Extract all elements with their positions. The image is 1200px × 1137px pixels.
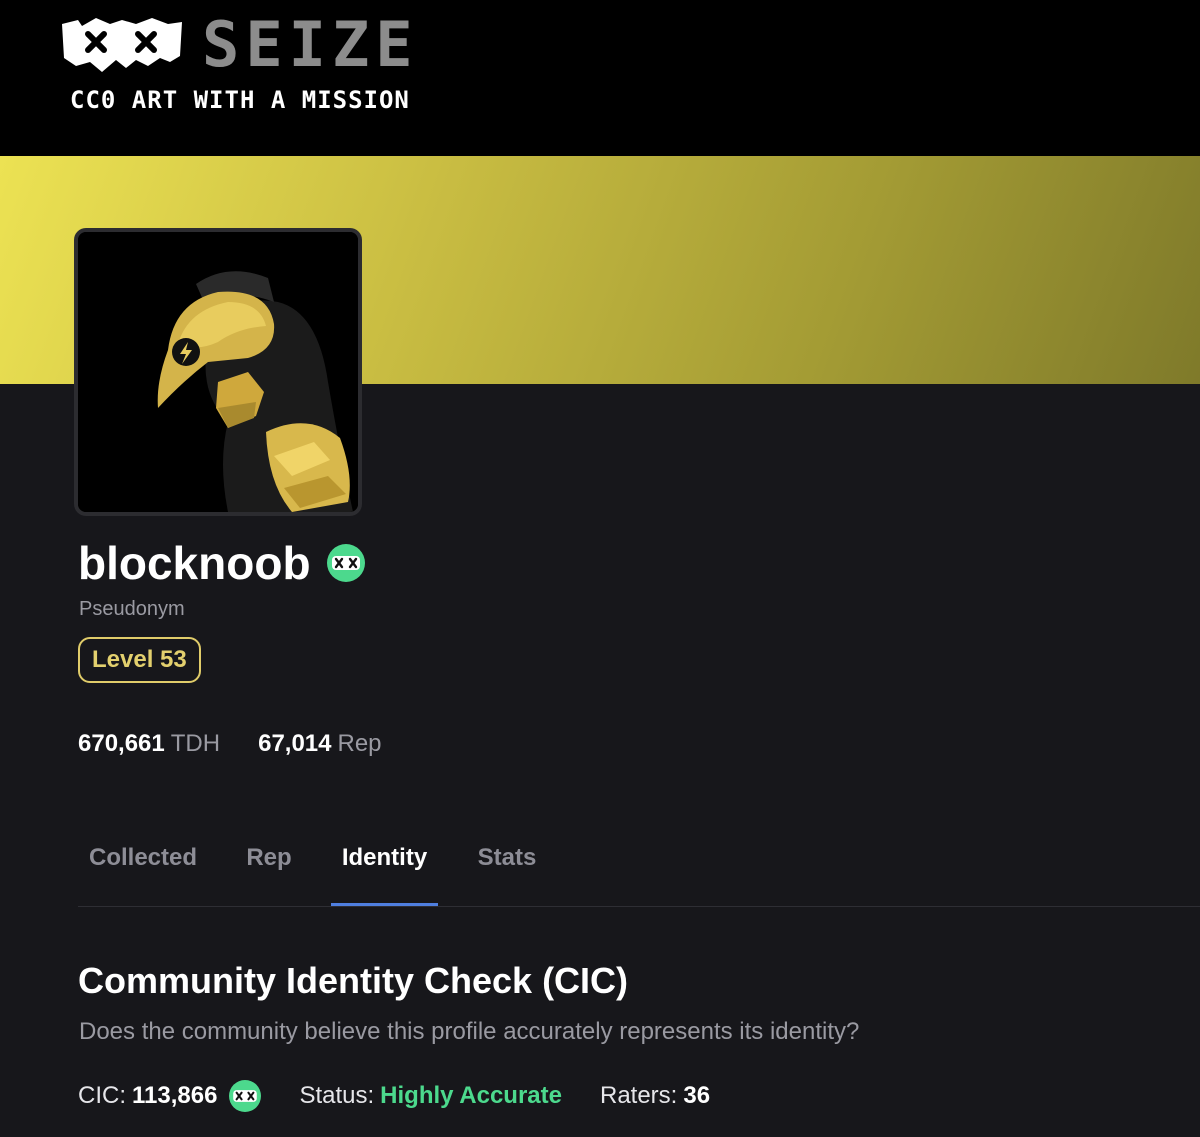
tab-rep[interactable]: Rep [238, 838, 300, 904]
tab-identity[interactable]: Identity [331, 838, 438, 906]
top-header: SEIZE CC0 ART WITH A MISSION [0, 0, 1200, 156]
rep-stat: 67,014 Rep [258, 730, 381, 758]
status-label: Status: [299, 1082, 375, 1109]
xx-mask-icon [62, 18, 182, 72]
cic-description: Does the community believe this profile … [79, 1018, 860, 1045]
cic-summary: CIC: 113,866 Status: Highly Accurate Rat… [78, 1080, 748, 1112]
xx-mask-icon [326, 544, 365, 582]
cic-score: CIC: 113,866 [78, 1080, 262, 1112]
profile-stats: 670,661 TDH 67,014 Rep [78, 730, 420, 758]
tdh-value: 670,661 [78, 730, 165, 757]
status-value: Highly Accurate [380, 1082, 562, 1109]
rep-value: 67,014 [258, 730, 332, 757]
xx-mask-icon [229, 1080, 262, 1112]
level-badge[interactable]: Level 53 [78, 637, 201, 683]
profile-name: blocknoob [78, 537, 311, 589]
raters-label: Raters: [599, 1082, 678, 1109]
cic-value: 113,866 [132, 1082, 218, 1109]
tdh-unit: TDH [170, 730, 221, 757]
profile-avatar[interactable] [74, 228, 362, 516]
cic-raters: Raters: 36 [600, 1082, 710, 1110]
profile-tabs: Collected Rep Identity Stats [78, 838, 1200, 907]
tab-stats[interactable]: Stats [468, 838, 546, 904]
cic-status: Status: Highly Accurate [299, 1082, 562, 1110]
tab-collected[interactable]: Collected [78, 838, 208, 904]
rep-unit: Rep [337, 730, 382, 757]
raters-value: 36 [683, 1082, 711, 1109]
tdh-stat: 670,661 TDH [78, 730, 220, 758]
hornet-robot-avatar [78, 232, 358, 512]
profile-name-row: blocknoob [78, 540, 365, 586]
cic-label: CIC: [78, 1082, 126, 1109]
profile-classification: Pseudonym [79, 598, 185, 620]
cic-title: Community Identity Check (CIC) [78, 960, 629, 1001]
logo-tagline: CC0 ART WITH A MISSION [70, 86, 410, 114]
logo-wordmark: SEIZE [202, 8, 419, 81]
